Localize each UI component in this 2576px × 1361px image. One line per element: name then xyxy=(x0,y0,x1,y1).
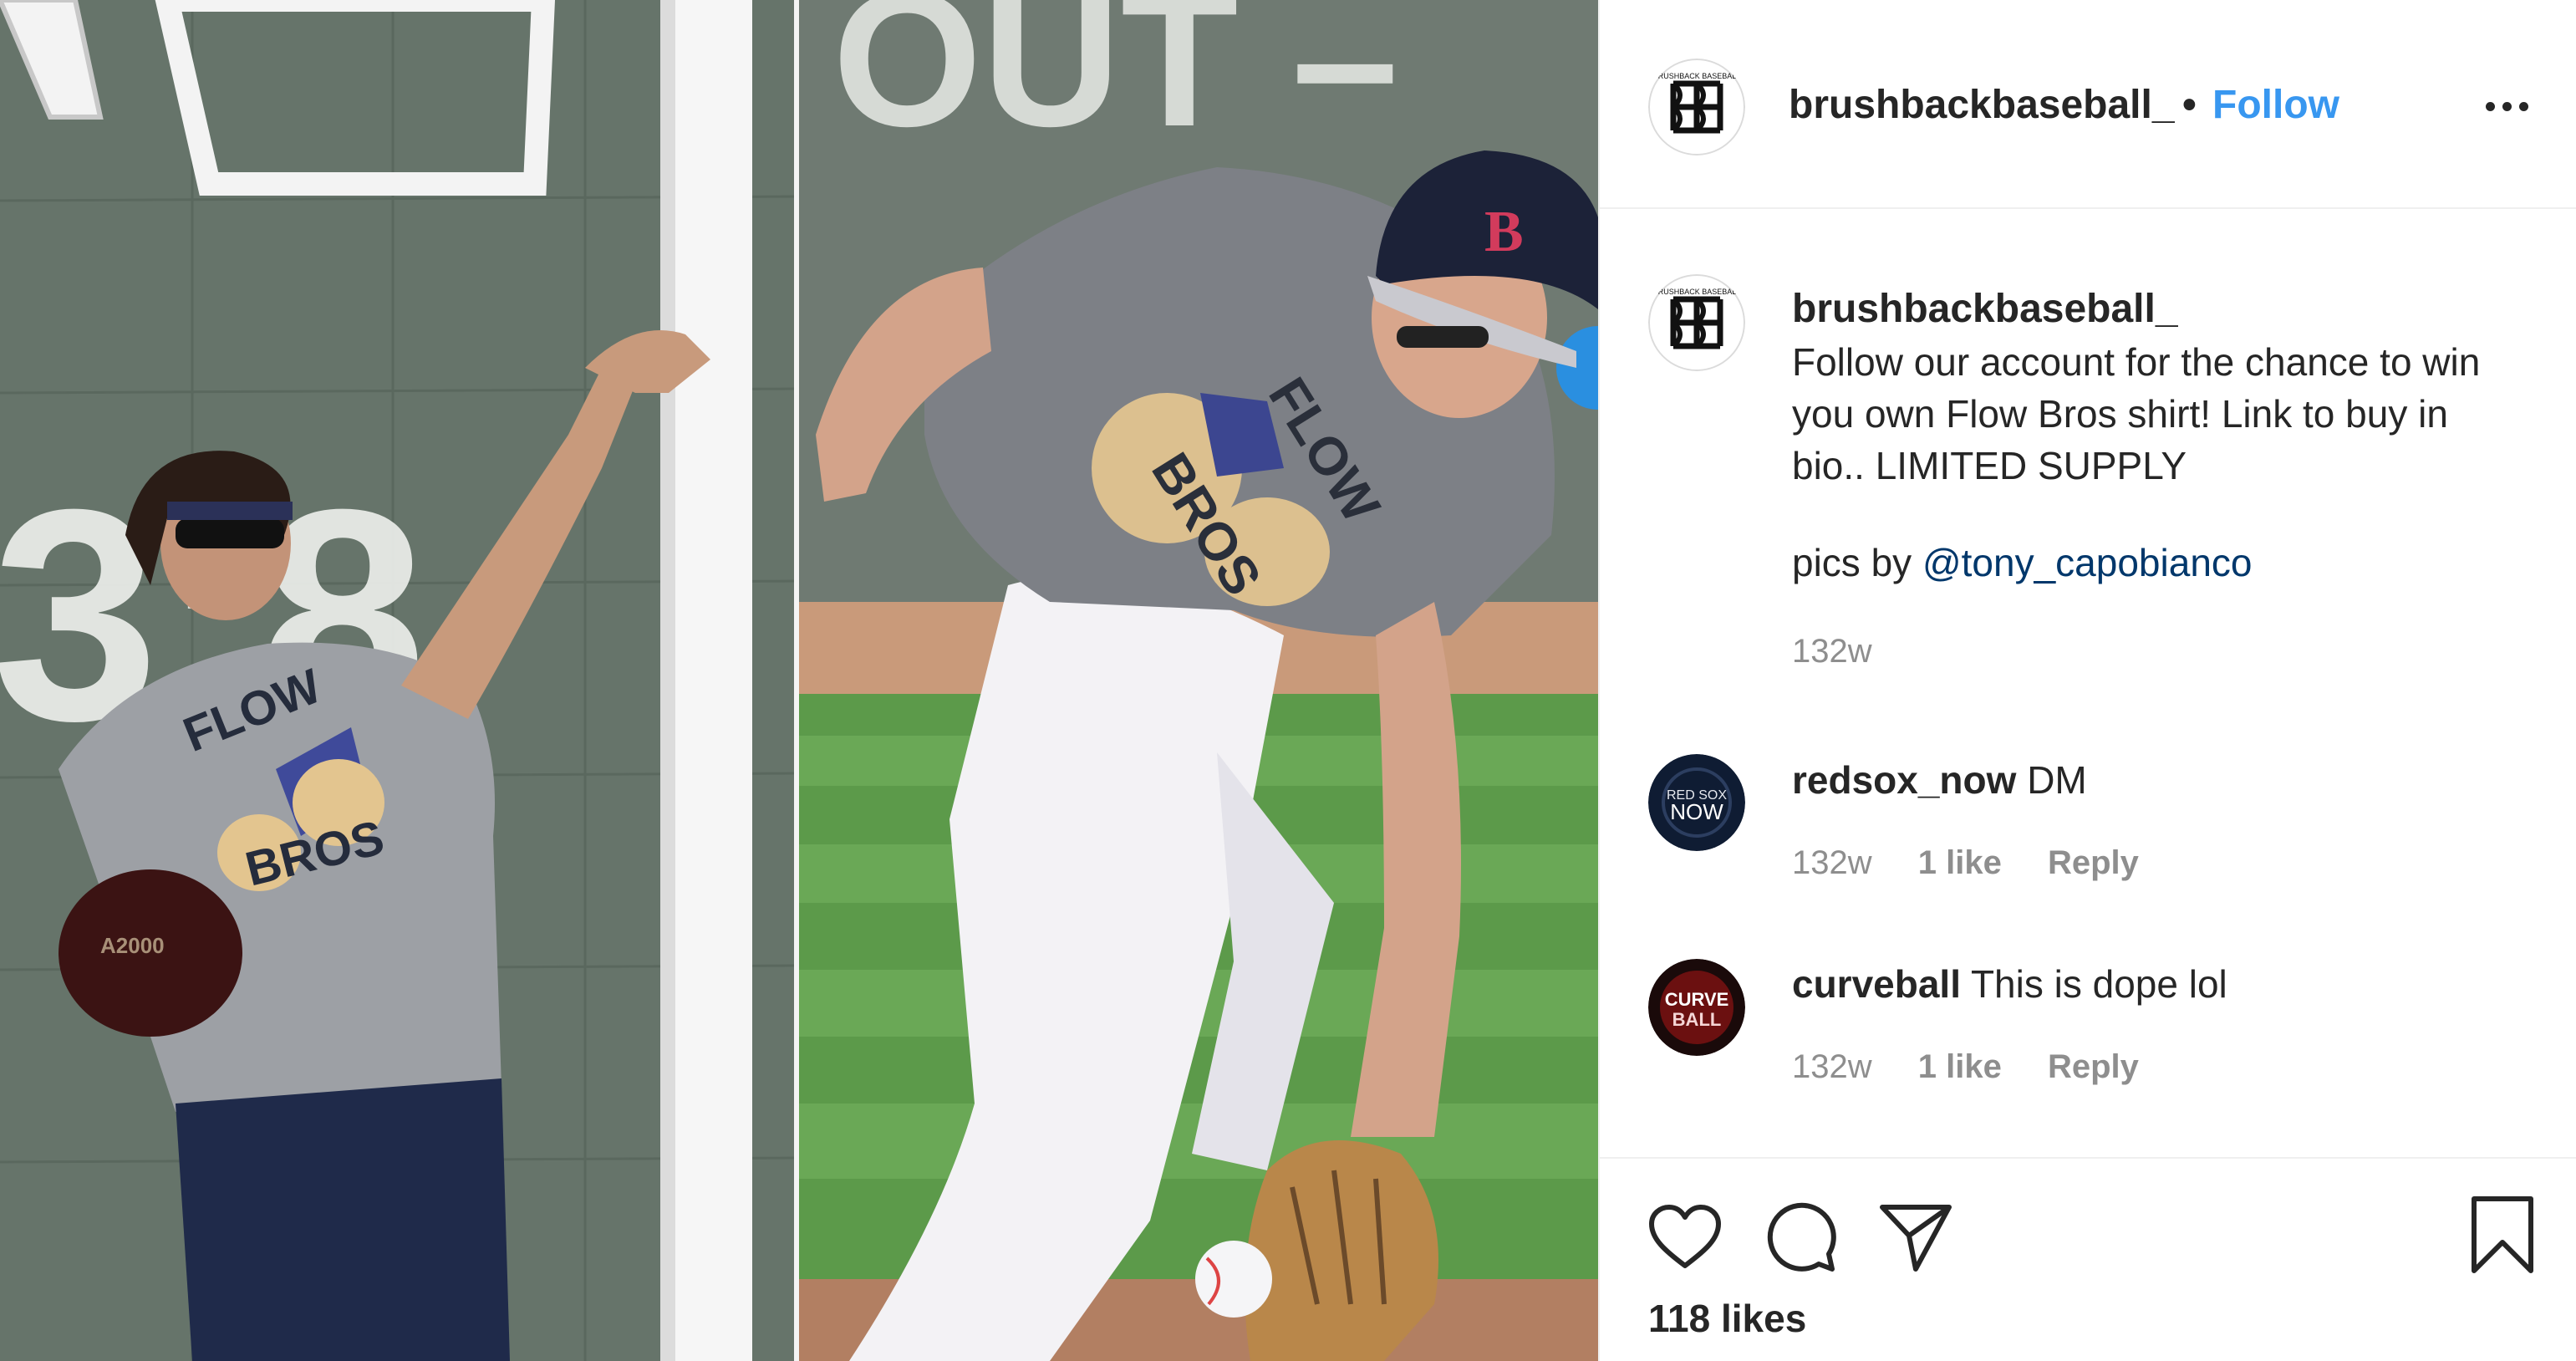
comment-line: curveball This is dope lol xyxy=(1792,961,2227,1007)
caption-text: Follow our account for the chance to win… xyxy=(1792,340,2481,487)
comment-meta: 132w 1 like Reply xyxy=(1792,1048,2176,1086)
comment-line: redsox_now DM xyxy=(1792,757,2087,803)
post-header: BRUSHBACK BASEBALL brushbackbaseball_ • … xyxy=(1600,0,2576,209)
redsox-avatar-line2: NOW xyxy=(1670,799,1723,824)
post-photo-left: 3:8 A2000 FLOW BROS xyxy=(0,0,799,1361)
post-media[interactable]: 3:8 A2000 FLOW BROS xyxy=(0,0,1598,1361)
likes-count[interactable]: 118 likes xyxy=(1648,1296,1806,1341)
avatar-arc-text: BRUSHBACK BASEBALL xyxy=(1653,72,1741,80)
header-separator: • xyxy=(2182,83,2197,127)
curveball-avatar-line2: BALL xyxy=(1672,1009,1722,1030)
mention-link[interactable]: @tony_capobianco xyxy=(1922,541,2253,584)
comment-username[interactable]: curveball xyxy=(1792,962,1961,1006)
outfielder-photo: 3:8 A2000 FLOW BROS xyxy=(0,0,799,1361)
post-photo-right: OUT – B FLOW BROS xyxy=(799,0,1598,1361)
comment-likes[interactable]: 1 like xyxy=(1918,1048,2002,1085)
infielder-photo: OUT – B FLOW BROS xyxy=(799,0,1598,1361)
caption-credit: pics by @tony_capobianco xyxy=(1792,540,2252,585)
comment-likes[interactable]: 1 like xyxy=(1918,844,2002,881)
glove-text: A2000 xyxy=(100,933,165,958)
brushback-bb-logo-icon: BRUSHBACK BASEBALL xyxy=(1648,274,1745,371)
wall-out-text: OUT – xyxy=(832,0,1398,166)
redsox-now-logo-icon: RED SOX NOW xyxy=(1648,754,1745,851)
comment-meta: 132w 1 like Reply xyxy=(1792,844,2176,882)
bookmark-icon[interactable] xyxy=(2469,1195,2536,1276)
brushback-bb-logo-icon: BRUSHBACK BASEBALL xyxy=(1648,59,1745,155)
follow-button[interactable]: Follow xyxy=(2212,82,2339,128)
caption-username[interactable]: brushbackbaseball_ xyxy=(1792,286,2178,332)
caption-timestamp[interactable]: 132w xyxy=(1792,633,1872,670)
reply-button[interactable]: Reply xyxy=(2048,844,2139,881)
reply-button[interactable]: Reply xyxy=(2048,1048,2139,1085)
author-avatar[interactable]: BRUSHBACK BASEBALL xyxy=(1648,59,1745,155)
action-bar: 118 likes xyxy=(1600,1157,2576,1361)
comment-timestamp[interactable]: 132w xyxy=(1792,844,1872,881)
curveball-avatar-line1: CURVE xyxy=(1665,989,1729,1010)
comment-text: DM xyxy=(2027,758,2087,802)
comment-icon[interactable] xyxy=(1764,1200,1837,1274)
comments-section[interactable]: BRUSHBACK BASEBALL brushbackbaseball_ Fo… xyxy=(1600,211,2576,1155)
caption-avatar[interactable]: BRUSHBACK BASEBALL xyxy=(1648,274,1745,371)
comment-username[interactable]: redsox_now xyxy=(1792,758,2016,802)
more-options-icon[interactable] xyxy=(2486,90,2529,124)
caption-credit-prefix: pics by xyxy=(1792,541,1912,584)
heart-icon[interactable] xyxy=(1648,1204,1722,1271)
commenter-avatar[interactable]: CURVE BALL xyxy=(1648,959,1745,1056)
avatar-arc-text: BRUSHBACK BASEBALL xyxy=(1653,288,1741,296)
commenter-avatar[interactable]: RED SOX NOW xyxy=(1648,754,1745,851)
svg-text:B: B xyxy=(1484,200,1524,264)
comment-text: This is dope lol xyxy=(1970,962,2227,1006)
curveball-logo-icon: CURVE BALL xyxy=(1648,959,1745,1056)
author-username[interactable]: brushbackbaseball_ xyxy=(1789,82,2175,128)
post-side-panel: BRUSHBACK BASEBALL brushbackbaseball_ • … xyxy=(1598,0,2576,1361)
share-icon[interactable] xyxy=(1879,1202,1952,1272)
comment-timestamp[interactable]: 132w xyxy=(1792,1048,1872,1085)
